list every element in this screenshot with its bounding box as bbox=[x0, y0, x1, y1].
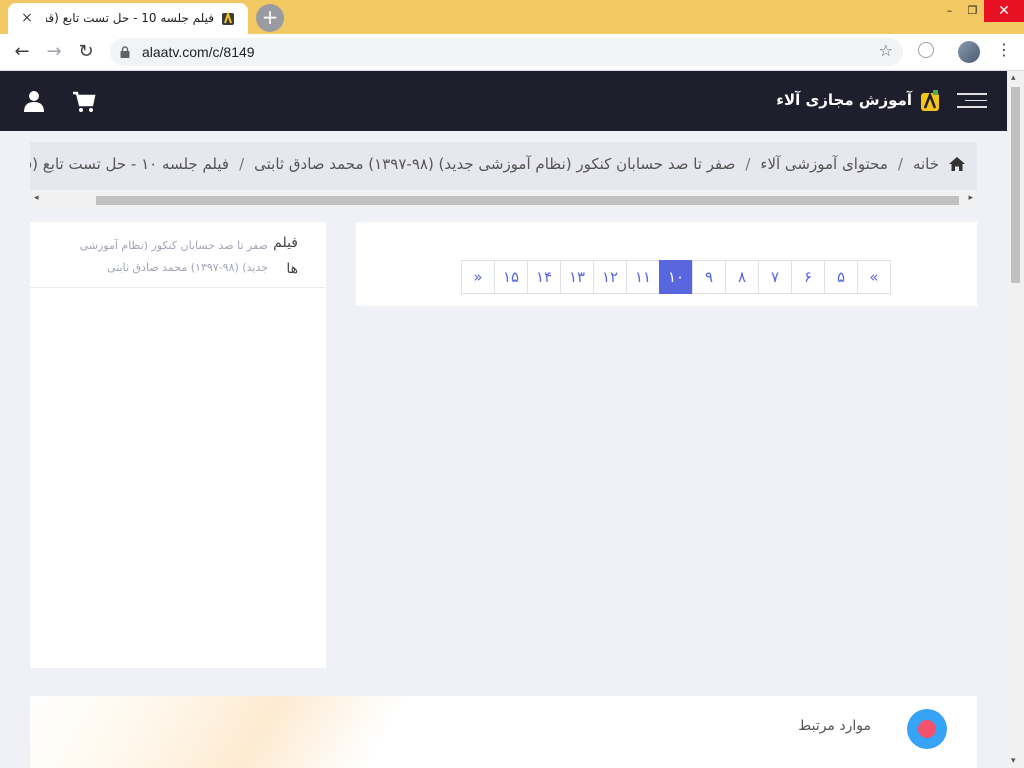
user-icon[interactable] bbox=[22, 89, 46, 113]
scrollbar-thumb[interactable] bbox=[96, 196, 959, 205]
window-controls: – ❐ ✕ bbox=[938, 0, 1024, 22]
reload-button[interactable]: ↻ bbox=[74, 40, 98, 64]
hamburger-icon[interactable] bbox=[957, 93, 987, 109]
breadcrumb-current: فیلم جلسه ۱۰ - حل تست تابع (قسمت bbox=[30, 155, 230, 173]
breadcrumb-scrollbar[interactable]: ◂ ▸ bbox=[30, 192, 977, 209]
page-link[interactable]: ۱۲ bbox=[593, 260, 627, 294]
browser-tabstrip: فیلم جلسه 10 - حل تست تابع (قسمت × + – ❐… bbox=[0, 0, 1024, 34]
brand-title[interactable]: آموزش مجازی آلاء bbox=[776, 91, 912, 109]
address-bar[interactable]: alaatv.com/c/8149 ☆ bbox=[110, 38, 903, 66]
url-text[interactable]: alaatv.com/c/8149 bbox=[142, 44, 255, 60]
profile-avatar[interactable] bbox=[958, 41, 980, 63]
breadcrumb: خانه / محتوای آموزشی آلاء / صفر تا صد حس… bbox=[30, 142, 977, 190]
page-link[interactable]: ۷ bbox=[758, 260, 792, 294]
restore-button[interactable]: ❐ bbox=[961, 0, 984, 22]
site-header: آموزش مجازی آلاء bbox=[0, 71, 1007, 131]
browser-tab[interactable]: فیلم جلسه 10 - حل تست تابع (قسمت × bbox=[8, 3, 248, 34]
pagination-panel: » ۱۵ ۱۴ ۱۳ ۱۲ ۱۱ ۱۰ ۹ ۸ ۷ ۶ ۵ « bbox=[356, 222, 977, 306]
lock-icon bbox=[120, 46, 130, 58]
page-link[interactable]: ۱۳ bbox=[560, 260, 594, 294]
page-link-active[interactable]: ۱۰ bbox=[659, 260, 693, 294]
scroll-left-arrow[interactable]: ◂ bbox=[34, 193, 39, 203]
related-panel: موارد مرتبط bbox=[30, 696, 977, 768]
breadcrumb-item[interactable]: صفر تا صد حسابان کنکور (نظام آموزشی جدید… bbox=[254, 155, 735, 173]
cart-icon[interactable] bbox=[72, 91, 96, 113]
bookmark-star-icon[interactable]: ☆ bbox=[879, 41, 893, 60]
brand-logo[interactable] bbox=[920, 90, 940, 112]
page-link[interactable]: ۸ bbox=[725, 260, 759, 294]
page-next[interactable]: » bbox=[461, 260, 495, 294]
page-link[interactable]: ۵ bbox=[824, 260, 858, 294]
sidebar-header: فیلم ها صفر تا صد حسابان کنکور (نظام آمو… bbox=[30, 222, 326, 288]
sidebar-subtitle[interactable]: صفر تا صد حسابان کنکور (نظام آموزشی جدید… bbox=[68, 235, 268, 279]
breadcrumb-item[interactable]: محتوای آموزشی آلاء bbox=[760, 155, 887, 173]
minimize-button[interactable]: – bbox=[938, 0, 961, 22]
page-link[interactable]: ۱۵ bbox=[494, 260, 528, 294]
page-link[interactable]: ۱۴ bbox=[527, 260, 561, 294]
tab-favicon-icon bbox=[222, 11, 234, 25]
decorative-stripes bbox=[30, 696, 490, 768]
page-link[interactable]: ۹ bbox=[692, 260, 726, 294]
home-icon[interactable] bbox=[949, 157, 965, 171]
tab-close-icon[interactable]: × bbox=[18, 9, 36, 27]
page-link[interactable]: ۱۱ bbox=[626, 260, 660, 294]
related-dot-icon bbox=[907, 709, 947, 749]
breadcrumb-separator: / bbox=[897, 155, 903, 173]
close-window-button[interactable]: ✕ bbox=[984, 0, 1024, 22]
tab-title: فیلم جلسه 10 - حل تست تابع (قسمت bbox=[46, 11, 214, 25]
breadcrumb-separator: / bbox=[239, 155, 245, 173]
back-button[interactable]: ← bbox=[10, 40, 34, 64]
related-title: موارد مرتبط bbox=[798, 718, 871, 734]
scroll-down-arrow[interactable]: ▾ bbox=[1011, 756, 1016, 766]
breadcrumb-separator: / bbox=[745, 155, 751, 173]
scroll-up-arrow[interactable]: ▴ bbox=[1011, 73, 1016, 83]
new-tab-button[interactable]: + bbox=[256, 4, 284, 32]
browser-menu-icon[interactable]: ⋮ bbox=[996, 40, 1012, 59]
extension-globe-icon[interactable] bbox=[918, 42, 934, 58]
scroll-right-arrow[interactable]: ▸ bbox=[968, 193, 973, 203]
page-scrollbar[interactable]: ▴ ▾ bbox=[1007, 71, 1024, 768]
pagination: » ۱۵ ۱۴ ۱۳ ۱۲ ۱۱ ۱۰ ۹ ۸ ۷ ۶ ۵ « bbox=[461, 260, 891, 294]
forward-button[interactable]: → bbox=[42, 40, 66, 64]
sidebar-title: فیلم ها bbox=[273, 235, 298, 277]
scrollbar-thumb[interactable] bbox=[1011, 87, 1020, 283]
breadcrumb-home[interactable]: خانه bbox=[913, 155, 939, 173]
page-prev[interactable]: « bbox=[857, 260, 891, 294]
page-link[interactable]: ۶ bbox=[791, 260, 825, 294]
browser-toolbar: ← → ↻ alaatv.com/c/8149 ☆ bbox=[0, 34, 1024, 71]
videos-sidebar: فیلم ها صفر تا صد حسابان کنکور (نظام آمو… bbox=[30, 222, 326, 668]
